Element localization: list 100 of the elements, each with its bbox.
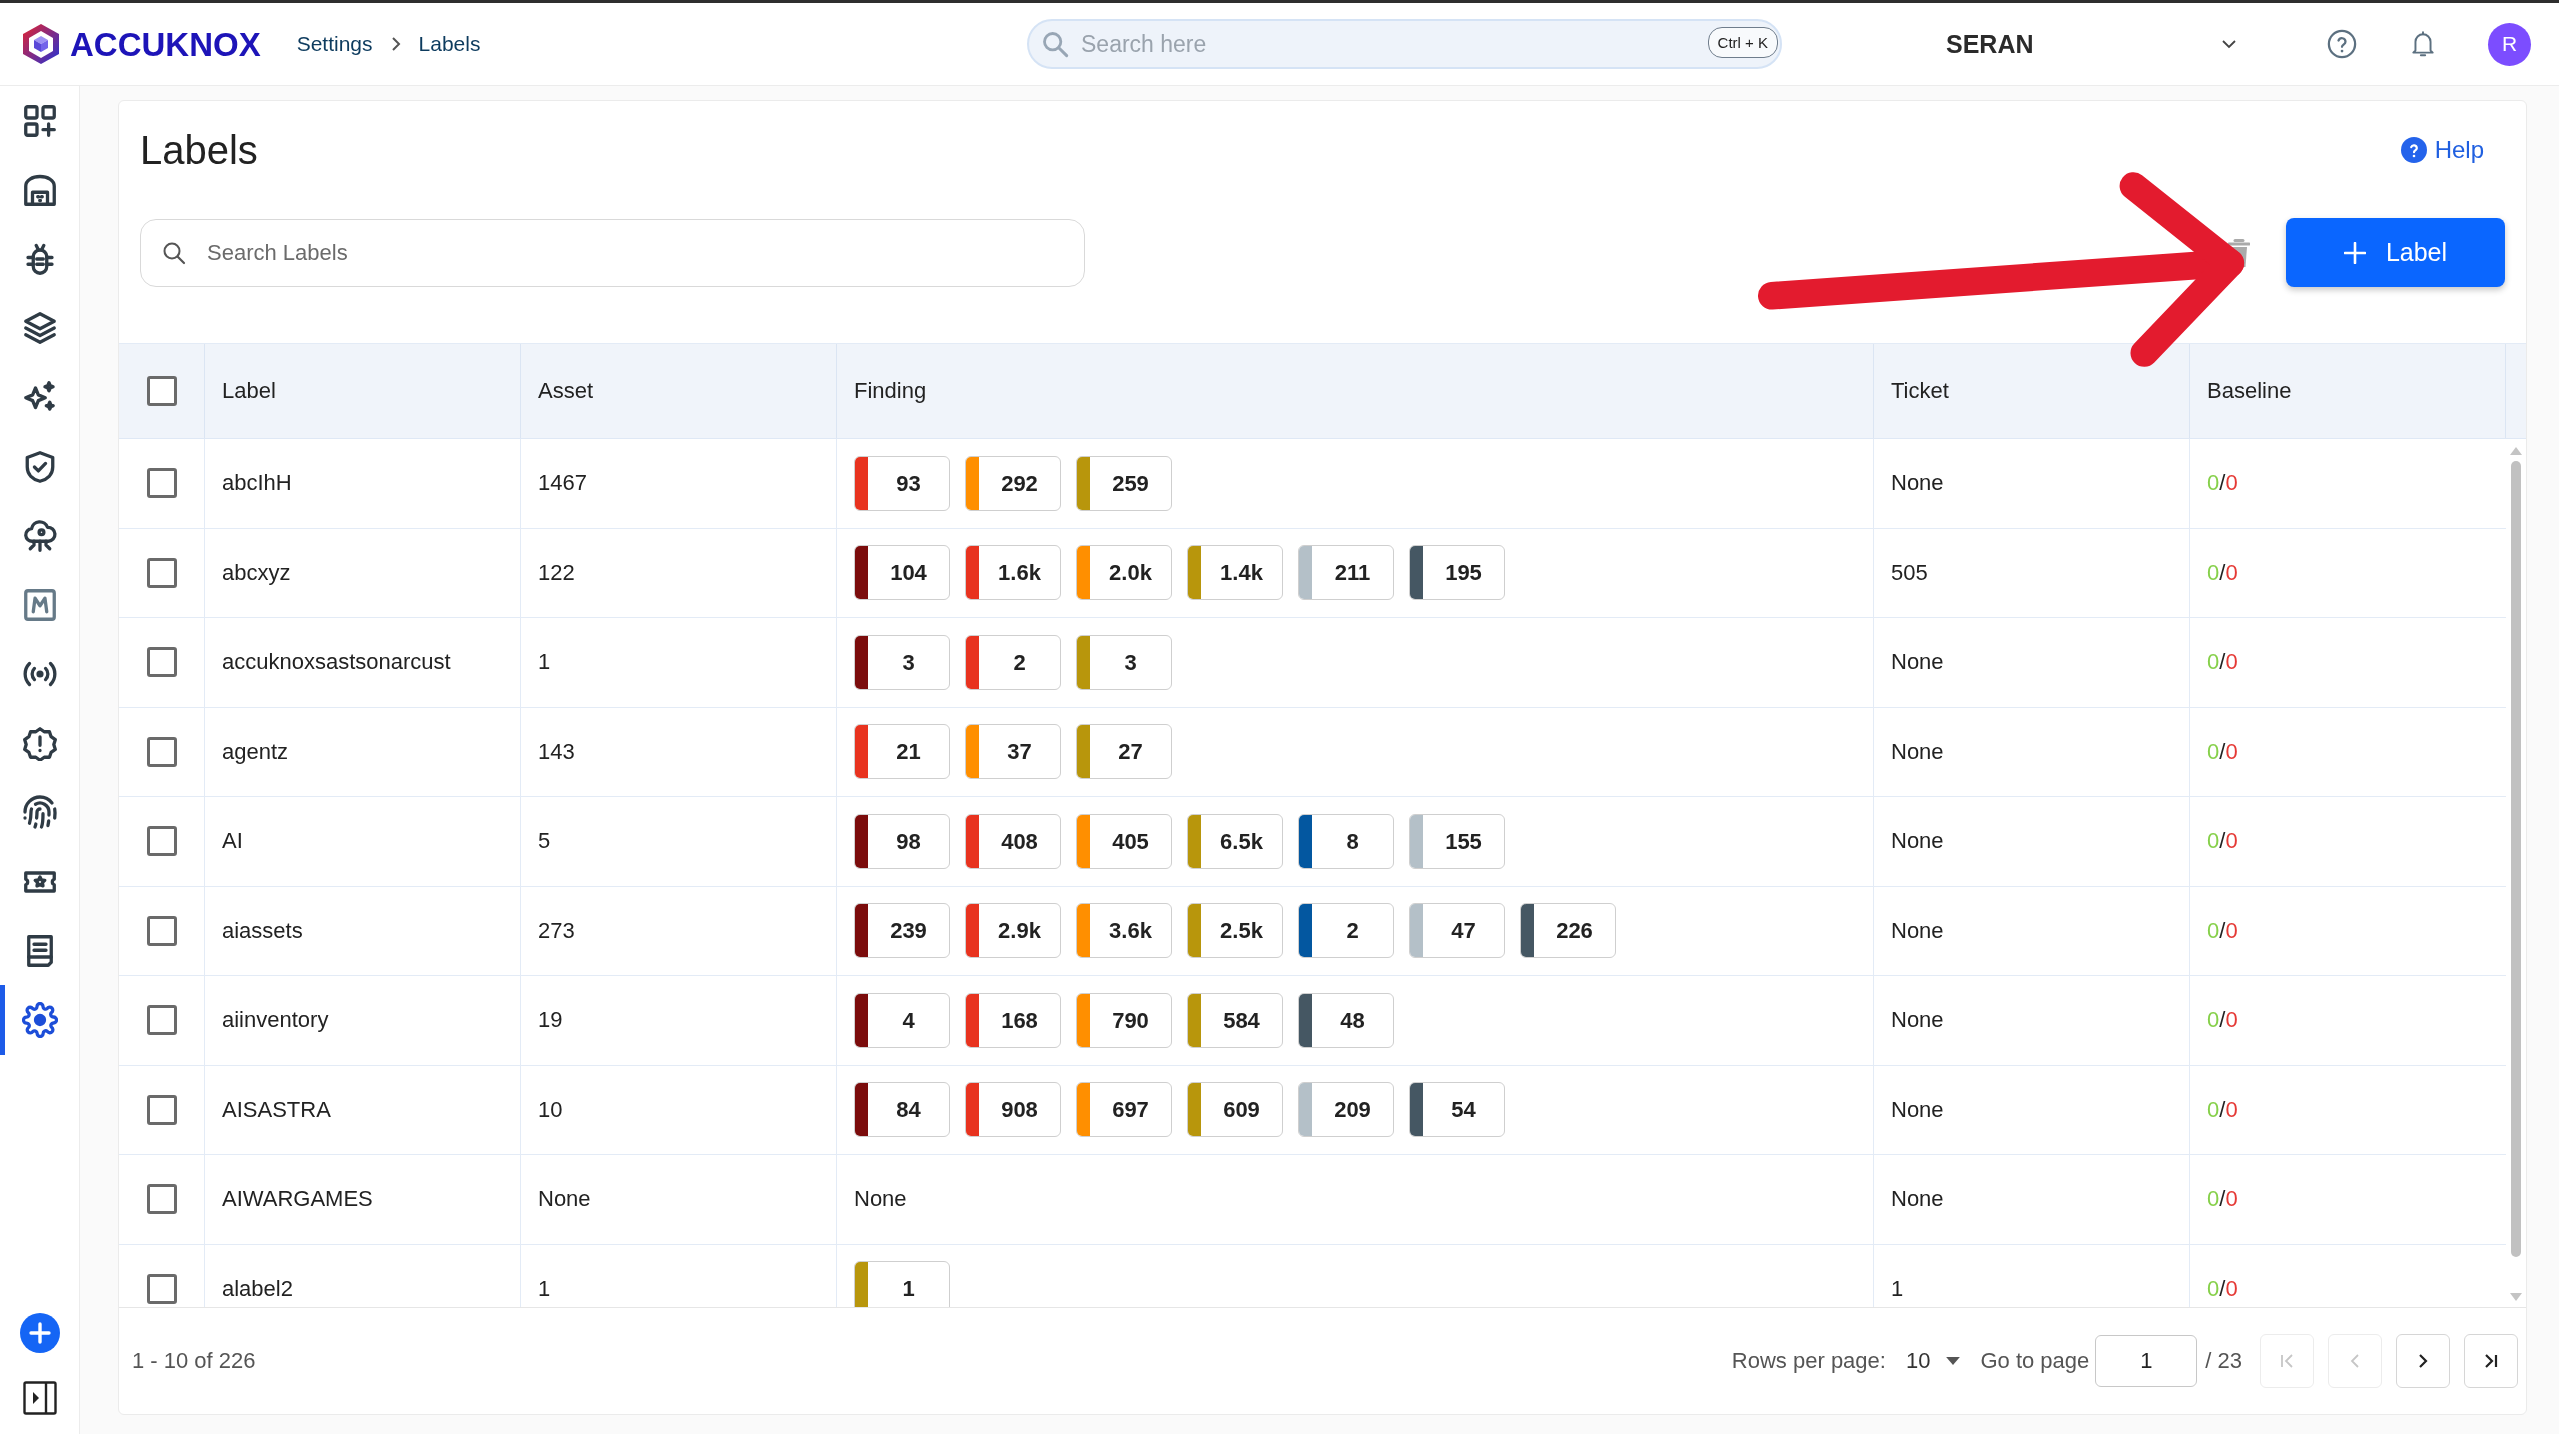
breadcrumb-link[interactable]: Settings xyxy=(296,32,373,56)
label-name: aiassets xyxy=(222,917,303,944)
finding-count: 584 xyxy=(1222,1006,1261,1035)
row-checkbox[interactable] xyxy=(146,826,177,857)
sidebar-toggle-icon[interactable] xyxy=(22,1381,57,1415)
finding-count: 54 xyxy=(1450,1096,1477,1125)
asset-count: 1 xyxy=(538,1275,551,1302)
finding-count: 408 xyxy=(1000,827,1039,856)
finding-count: 84 xyxy=(895,1096,922,1125)
finding-count: 2 xyxy=(1345,917,1360,946)
row-checkbox[interactable] xyxy=(146,736,177,767)
letter-m-icon[interactable] xyxy=(21,586,58,623)
ticket-value: 505 xyxy=(1891,559,1928,586)
finding-count: 3.6k xyxy=(1108,917,1153,946)
finding-count: 259 xyxy=(1111,469,1150,498)
settings-icon[interactable] xyxy=(21,1002,58,1039)
finding-count: 37 xyxy=(1006,738,1033,767)
page-input[interactable]: 1 xyxy=(2095,1335,2198,1387)
trash-icon[interactable] xyxy=(2228,237,2250,268)
cloud-icon[interactable] xyxy=(21,517,58,554)
row-checkbox[interactable] xyxy=(146,468,177,499)
add-label-button[interactable]: Label xyxy=(2286,218,2505,287)
rows-per-page-select[interactable]: 10 xyxy=(1899,1344,1967,1378)
asset-count: None xyxy=(538,1186,591,1213)
column-header[interactable]: Finding xyxy=(854,378,927,404)
add-icon[interactable] xyxy=(19,1313,60,1353)
column-header[interactable]: Asset xyxy=(538,378,594,404)
search-icon xyxy=(162,240,186,265)
row-checkbox[interactable] xyxy=(146,1184,177,1215)
row-checkbox[interactable] xyxy=(146,915,177,946)
shortcut-hint: Ctrl + K xyxy=(1707,27,1778,58)
ticket-value: None xyxy=(1891,1186,1944,1213)
finding-count: 6.5k xyxy=(1219,827,1264,856)
row-checkbox[interactable] xyxy=(146,557,177,588)
ticket-value: None xyxy=(1891,1007,1944,1034)
go-to-page-label: Go to page xyxy=(1980,1348,2090,1374)
asset-count: 19 xyxy=(538,1007,563,1034)
plus-icon xyxy=(2343,241,2366,264)
finding-count: 211 xyxy=(1333,559,1372,588)
ticket-value: None xyxy=(1891,470,1944,497)
row-checkbox[interactable] xyxy=(146,1094,177,1125)
rows-per-page-label: Rows per page: xyxy=(1731,1348,1886,1374)
last-page-button[interactable] xyxy=(2464,1334,2518,1388)
finding-count: 2.0k xyxy=(1108,559,1153,588)
finding-count: 292 xyxy=(1000,469,1039,498)
asset-count: 1467 xyxy=(538,470,587,497)
finding-count: 1.4k xyxy=(1219,559,1264,588)
tenant-dropdown[interactable]: SERAN xyxy=(1946,29,2241,59)
caret-icon xyxy=(1946,1357,1961,1365)
search-labels-field[interactable]: Search Labels xyxy=(140,218,1085,287)
column-header[interactable]: Label xyxy=(222,378,276,404)
finding-count: 239 xyxy=(889,917,928,946)
fingerprint-icon[interactable] xyxy=(21,794,58,831)
layers-icon[interactable] xyxy=(21,310,58,347)
asset-count: 143 xyxy=(538,738,575,765)
row-checkbox[interactable] xyxy=(146,647,177,678)
last-page-icon xyxy=(2483,1353,2499,1369)
finding-count: 908 xyxy=(1000,1096,1039,1125)
finding-value: None xyxy=(854,1186,907,1213)
asset-count: 1 xyxy=(538,649,551,676)
label-name: accuknoxsastsonarcust xyxy=(222,649,451,676)
baseline-value: 0/0 xyxy=(2207,917,2238,944)
alert-badge-icon[interactable] xyxy=(21,725,58,762)
chevron-down-icon xyxy=(2221,39,2237,49)
page-range: 1 - 10 of 226 xyxy=(132,1348,256,1374)
first-page-icon xyxy=(2279,1353,2295,1369)
logo-icon xyxy=(22,24,60,64)
baseline-value: 0/0 xyxy=(2207,559,2238,586)
baseline-value: 0/0 xyxy=(2207,828,2238,855)
finding-count: 48 xyxy=(1339,1006,1366,1035)
finding-count: 98 xyxy=(895,827,922,856)
finding-count: 195 xyxy=(1444,559,1483,588)
asset-count: 273 xyxy=(538,917,575,944)
finding-count: 2 xyxy=(1012,648,1027,677)
logo-wordmark: ACCUKNOX xyxy=(70,27,261,61)
row-checkbox[interactable] xyxy=(146,1273,177,1304)
finding-count: 2.9k xyxy=(997,917,1042,946)
row-checkbox[interactable] xyxy=(146,1005,177,1036)
baseline-value: 0/0 xyxy=(2207,1007,2238,1034)
dashboard-icon[interactable] xyxy=(21,102,58,139)
finding-count: 168 xyxy=(1000,1006,1039,1035)
column-header[interactable]: Baseline xyxy=(2207,378,2292,404)
finding-count: 21 xyxy=(895,738,922,767)
ticket-value: 1 xyxy=(1891,1275,1904,1302)
column-header[interactable]: Ticket xyxy=(1891,378,1949,404)
ticket-value: None xyxy=(1891,649,1944,676)
page-title: Labels xyxy=(140,127,258,174)
label-name: abcIhH xyxy=(222,470,292,497)
finding-count: 1 xyxy=(901,1275,916,1304)
help-icon[interactable] xyxy=(2327,29,2357,59)
help-icon xyxy=(2400,137,2427,163)
help-link[interactable]: Help xyxy=(2400,136,2484,164)
ticket-value: None xyxy=(1891,1096,1944,1123)
finding-count: 2.5k xyxy=(1219,917,1264,946)
scrollbar-thumb[interactable] xyxy=(2511,461,2521,1257)
label-name: AISASTRA xyxy=(222,1096,331,1123)
label-name: AI xyxy=(222,828,243,855)
select-all-checkbox[interactable] xyxy=(146,376,177,406)
bell-icon[interactable] xyxy=(2410,30,2436,58)
user-avatar[interactable]: R xyxy=(2488,22,2531,66)
